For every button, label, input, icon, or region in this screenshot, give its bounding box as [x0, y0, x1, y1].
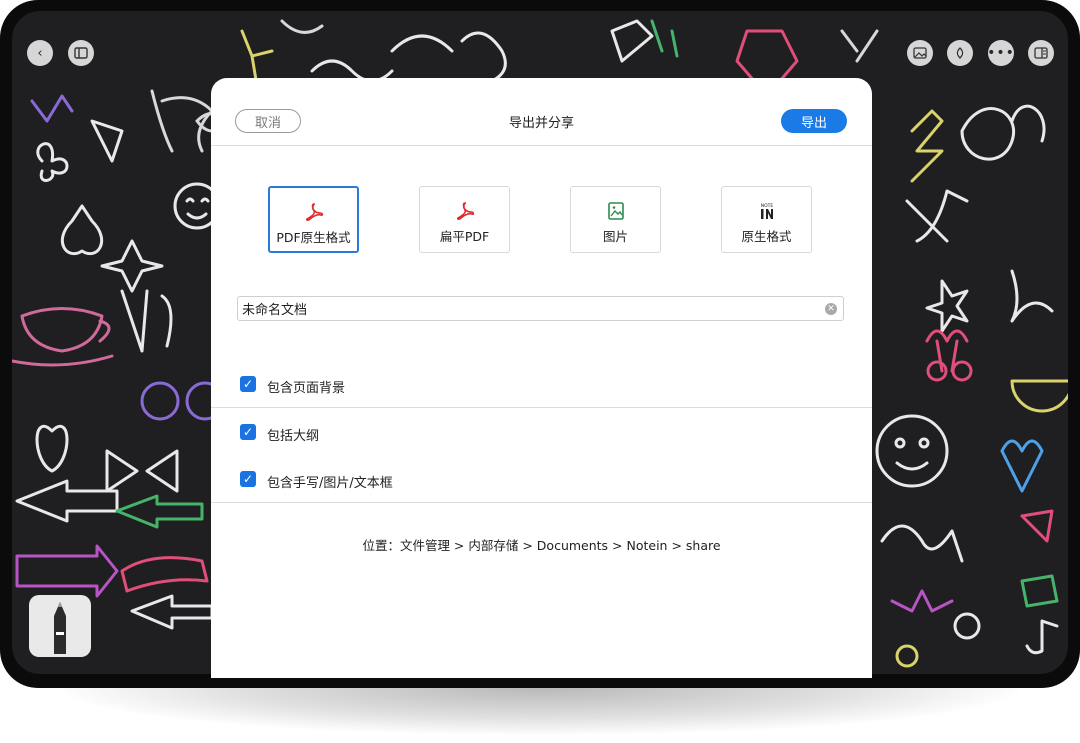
format-label: 扁平PDF — [439, 229, 490, 244]
image-icon — [913, 47, 927, 59]
filename-input[interactable] — [238, 297, 816, 320]
filename-field[interactable]: ✕ — [237, 296, 844, 321]
checkbox-checked-icon[interactable]: ✓ — [240, 376, 256, 392]
format-native[interactable]: NOTE 原生格式 — [721, 186, 812, 253]
pen-icon — [956, 47, 964, 59]
dialog-title: 导出并分享 — [508, 116, 574, 131]
option-include-outline[interactable]: ✓ 包括大纲 — [211, 409, 872, 456]
divider — [211, 407, 872, 408]
pen-tool-button[interactable] — [947, 40, 973, 66]
format-image[interactable]: 图片 — [570, 186, 661, 253]
dialog-header: 取消 导出并分享 导出 — [211, 78, 872, 146]
pdf-icon — [270, 202, 357, 222]
clear-icon[interactable]: ✕ — [825, 303, 837, 315]
layout-button[interactable] — [1028, 40, 1054, 66]
tablet-frame: ‹ ••• 取消 导出并分享 导出 PDF原生格式 扁平PDF 图片 NOTE … — [0, 0, 1080, 688]
format-options: PDF原生格式 扁平PDF 图片 NOTE 原生格式 — [268, 186, 828, 256]
format-label: PDF原生格式 — [276, 230, 351, 245]
sidebar-toggle-icon — [74, 47, 88, 59]
more-icon: ••• — [987, 45, 1015, 61]
format-label: 原生格式 — [741, 229, 792, 244]
checkbox-checked-icon[interactable]: ✓ — [240, 471, 256, 487]
format-label: 图片 — [602, 229, 628, 244]
option-include-background[interactable]: ✓ 包含页面背景 — [211, 361, 872, 408]
format-pdf-native[interactable]: PDF原生格式 — [268, 186, 359, 253]
save-location-text: 位置：文件管理 > 内部存储 > Documents > Notein > sh… — [362, 538, 721, 553]
image-tool-button[interactable] — [907, 40, 933, 66]
image-icon — [571, 201, 660, 221]
format-flat-pdf[interactable]: 扁平PDF — [419, 186, 510, 253]
option-label: 包含手写/图片/文本框 — [267, 476, 393, 491]
checkbox-checked-icon[interactable]: ✓ — [240, 424, 256, 440]
back-arrow-icon: ‹ — [37, 45, 43, 61]
divider — [211, 502, 872, 503]
option-label: 包括大纲 — [267, 429, 320, 444]
svg-text:NOTE: NOTE — [760, 203, 773, 209]
notein-logo-icon: NOTE — [722, 201, 811, 221]
pen-toolbar-button[interactable] — [29, 595, 91, 657]
layout-icon — [1034, 47, 1048, 59]
export-button[interactable]: 导出 — [781, 109, 847, 133]
option-include-handwriting[interactable]: ✓ 包含手写/图片/文本框 — [211, 456, 872, 503]
back-button[interactable]: ‹ — [27, 40, 53, 66]
option-label: 包含页面背景 — [267, 381, 346, 396]
pdf-icon — [420, 201, 509, 221]
status-bar — [24, 15, 1054, 33]
pencil-icon — [54, 602, 66, 654]
sidebar-toggle-button[interactable] — [68, 40, 94, 66]
export-share-dialog: 取消 导出并分享 导出 PDF原生格式 扁平PDF 图片 NOTE 原生格式 未… — [211, 78, 872, 678]
more-button[interactable]: ••• — [987, 40, 1015, 66]
